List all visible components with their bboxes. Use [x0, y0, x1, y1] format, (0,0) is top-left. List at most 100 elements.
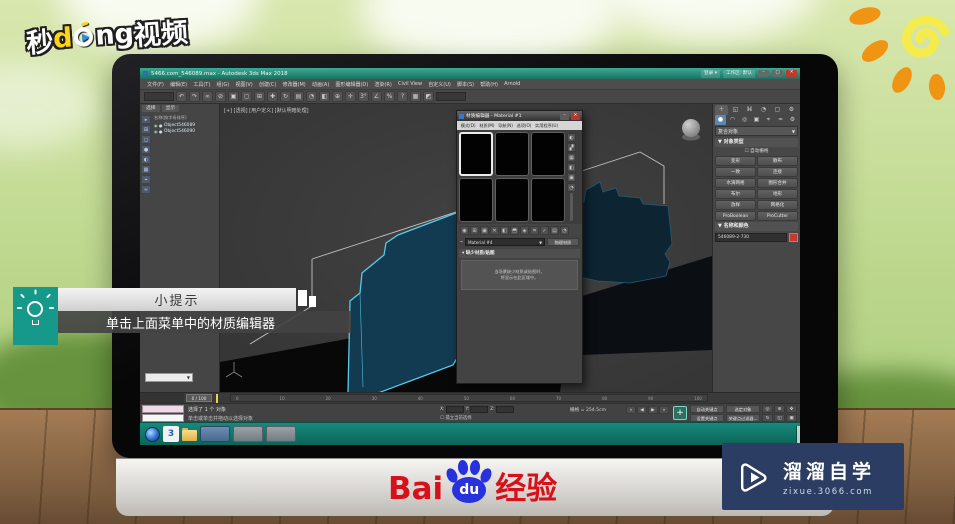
- start-button[interactable]: [145, 426, 160, 442]
- taskbar-window-thumb[interactable]: [266, 426, 296, 442]
- toolbar-icon[interactable]: ▤: [293, 91, 304, 102]
- axis-field[interactable]: Z:: [490, 406, 514, 413]
- toolbar-icon[interactable]: ↷: [189, 91, 200, 102]
- name-color-rollout[interactable]: ▼ 名称和颜色: [715, 222, 798, 231]
- menu-item[interactable]: 材质(M): [477, 123, 496, 129]
- explorer-filter-icon[interactable]: ●: [141, 145, 151, 154]
- slot-tool-icon[interactable]: ◧: [567, 163, 576, 172]
- category-icon[interactable]: ⚙: [787, 115, 798, 125]
- toolbar-icon[interactable]: ✛: [345, 91, 356, 102]
- menu-item[interactable]: Civil View: [395, 81, 425, 87]
- explorer-filter-icon[interactable]: ⌖: [141, 175, 151, 184]
- material-tool-icon[interactable]: ✕: [490, 225, 499, 235]
- toolbar-icon[interactable]: ⊕: [332, 91, 343, 102]
- material-slot[interactable]: [531, 132, 565, 176]
- viewport-nav-button[interactable]: ✥: [786, 405, 797, 413]
- visibility-icon[interactable]: ◉: [154, 129, 158, 134]
- menu-item[interactable]: 组(G): [213, 81, 232, 88]
- primitive-button[interactable]: 水滴网格: [715, 178, 756, 188]
- tab-select[interactable]: 选择: [142, 105, 160, 112]
- toolbar-icon[interactable]: ⊞: [254, 91, 265, 102]
- explorer-filter-icon[interactable]: ▸: [141, 115, 151, 124]
- menu-item[interactable]: 文件(F): [144, 81, 167, 88]
- object-name[interactable]: Object546089: [164, 123, 195, 128]
- panel-tab-icon[interactable]: ＋: [715, 105, 728, 115]
- primitive-button[interactable]: 变形: [715, 156, 756, 166]
- current-frame-marker[interactable]: [216, 394, 218, 403]
- scrollbar[interactable]: [570, 193, 573, 221]
- toolbar-icon[interactable]: ▦: [410, 91, 421, 102]
- toolbar-icon[interactable]: ↻: [280, 91, 291, 102]
- panel-tab-icon[interactable]: ⚙: [785, 105, 798, 115]
- menu-item[interactable]: 导航(N): [496, 123, 514, 129]
- maximize-button[interactable]: ▢: [772, 70, 783, 77]
- show-desktop-button[interactable]: [796, 426, 800, 443]
- primitive-button[interactable]: ProBoolean: [715, 211, 756, 221]
- menu-item[interactable]: 帮助(H): [477, 81, 501, 88]
- named-selection-field[interactable]: [144, 92, 174, 101]
- taskbar-3dsmax-icon[interactable]: 3: [163, 426, 179, 442]
- primitive-button[interactable]: 连接: [757, 167, 798, 177]
- signin-dropdown[interactable]: 登录 ▾: [701, 69, 721, 78]
- panel-tab-icon[interactable]: ▢: [771, 105, 784, 115]
- primitive-button[interactable]: 布尔: [715, 189, 756, 199]
- viewport-nav-button[interactable]: ↻: [762, 414, 773, 422]
- toolbar-icon[interactable]: ◻: [241, 91, 252, 102]
- toolbar-icon[interactable]: 3°: [358, 91, 369, 102]
- panel-tab-icon[interactable]: ◱: [729, 105, 742, 115]
- category-icon[interactable]: ◠: [727, 115, 738, 125]
- material-tool-icon[interactable]: ◈: [520, 225, 529, 235]
- primitive-button[interactable]: 图形合并: [757, 178, 798, 188]
- menu-item[interactable]: 图形编辑器(D): [332, 81, 371, 88]
- material-tool-icon[interactable]: ◉: [460, 225, 469, 235]
- menu-item[interactable]: 工具(T): [190, 81, 213, 88]
- menu-item[interactable]: 实用程序(U): [533, 123, 560, 129]
- menu-item[interactable]: 脚本(S): [454, 81, 477, 88]
- toolbar-icon[interactable]: ▣: [228, 91, 239, 102]
- material-slot-selected[interactable]: [459, 132, 493, 176]
- dialog-close-button[interactable]: ✕: [571, 112, 580, 120]
- axis-field[interactable]: X:: [440, 406, 464, 413]
- maxscript-listener-white[interactable]: [142, 414, 184, 422]
- material-tool-icon[interactable]: ⊞: [470, 225, 479, 235]
- toolbar-icon[interactable]: ∠: [371, 91, 382, 102]
- viewport-nav-button[interactable]: ▣: [786, 414, 797, 422]
- material-editor-titlebar[interactable]: 材质编辑器 - Material #1 – ✕: [457, 111, 582, 121]
- folder-icon[interactable]: [182, 427, 197, 441]
- material-tool-icon[interactable]: ⌗: [530, 225, 539, 235]
- isolate-toggle[interactable]: ☐ 孤立当前选择: [440, 415, 472, 421]
- menu-item[interactable]: 修改器(M): [279, 81, 308, 88]
- menu-item[interactable]: 编辑(E): [167, 81, 190, 88]
- sort-header[interactable]: 名称(按字母排序): [154, 115, 218, 121]
- tab-display[interactable]: 显示: [161, 105, 180, 112]
- menu-item[interactable]: Arnold: [501, 81, 523, 87]
- slot-tool-icon[interactable]: ▦: [567, 153, 576, 162]
- panel-tab-icon[interactable]: ⌘: [743, 105, 756, 115]
- primitive-button[interactable]: ProCutter: [757, 211, 798, 221]
- time-slider-handle[interactable]: 0 / 100: [186, 394, 212, 402]
- slot-tool-icon[interactable]: ◔: [567, 183, 576, 192]
- toolbar-icon[interactable]: ∞: [202, 91, 213, 102]
- material-tool-icon[interactable]: ◧: [500, 225, 509, 235]
- rollout-header[interactable]: ▾ 缺少材质/贴图: [459, 249, 580, 258]
- toolbar-icon[interactable]: %: [384, 91, 395, 102]
- object-name[interactable]: Object546090: [164, 129, 195, 134]
- menu-item[interactable]: 动画(A): [309, 81, 333, 88]
- material-tool-icon[interactable]: ◔: [560, 225, 569, 235]
- material-editor-dialog[interactable]: 材质编辑器 - Material #1 – ✕ 模式(D) 材质(M) 导航(N) 选…: [456, 110, 583, 384]
- primitive-button[interactable]: 一致: [715, 167, 756, 177]
- maxscript-mini-listener[interactable]: [142, 405, 184, 413]
- toolbar-icon[interactable]: ⊘: [215, 91, 226, 102]
- explorer-filter-icon[interactable]: ▦: [141, 165, 151, 174]
- object-name-field[interactable]: 546089-2-730: [715, 233, 787, 242]
- playback-button[interactable]: «: [626, 406, 636, 414]
- menu-item[interactable]: 模式(D): [459, 123, 477, 129]
- slot-tool-icon[interactable]: ◐: [567, 133, 576, 142]
- selection-filter-field[interactable]: [436, 92, 466, 101]
- perspective-viewport[interactable]: [+] [透视] [用户定义] [默认明暗处理] 材质编辑器 - Materia…: [220, 104, 712, 392]
- toolbar-icon[interactable]: ◔: [306, 91, 317, 102]
- category-icon[interactable]: ●: [715, 115, 726, 125]
- taskbar-window-thumb[interactable]: [233, 426, 263, 442]
- playback-button[interactable]: ▶: [648, 406, 658, 414]
- slot-tool-icon[interactable]: ▞: [567, 143, 576, 152]
